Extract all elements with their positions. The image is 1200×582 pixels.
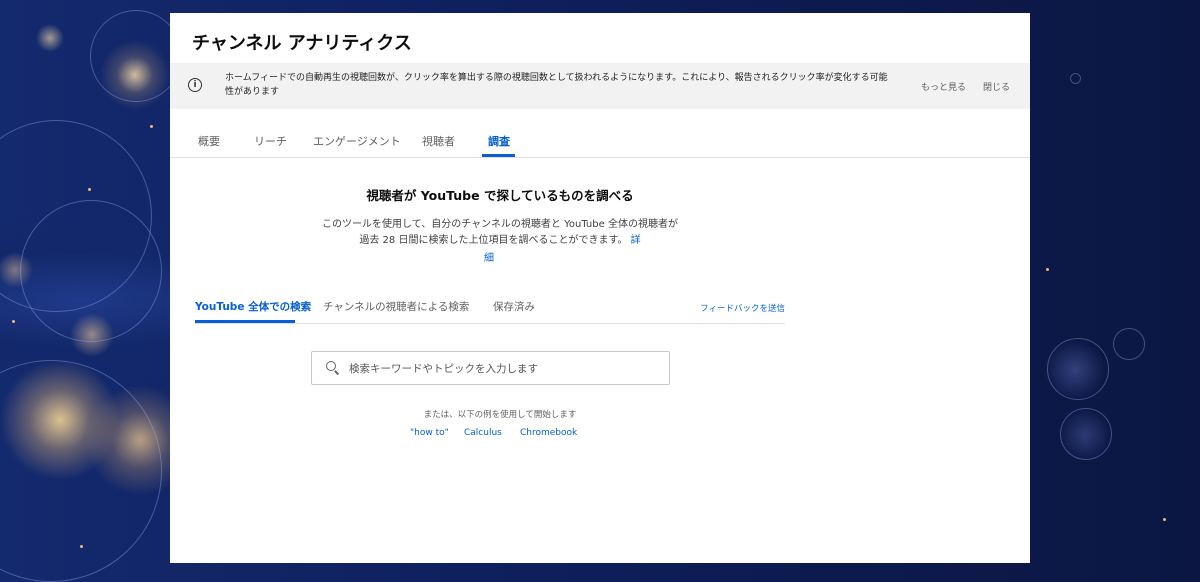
active-subtab-indicator: [195, 320, 295, 323]
send-feedback-link[interactable]: フィードバックを送信: [700, 302, 785, 314]
learn-more-link[interactable]: 詳: [631, 235, 641, 246]
tab-audience[interactable]: 視聴者: [422, 133, 455, 149]
active-tab-indicator: [482, 154, 515, 157]
research-description-text: このツールを使用して、自分のチャンネルの視聴者と YouTube 全体の視聴者が…: [322, 219, 678, 246]
search-input[interactable]: [347, 358, 661, 380]
learn-more-link-2[interactable]: 細: [484, 249, 494, 264]
notice-close-button[interactable]: 閉じる: [983, 80, 1010, 93]
tab-overview[interactable]: 概要: [198, 133, 220, 149]
tab-engagement[interactable]: エンゲージメント: [313, 133, 401, 149]
research-subtabs: YouTube 全体での検索 チャンネルの視聴者による検索 保存済み フィードバ…: [195, 293, 785, 324]
notice-text: ホームフィードでの自動再生の視聴回数が、クリック率を算出する際の視聴回数として扱…: [225, 73, 888, 97]
analytics-tabs: 概要 リーチ エンゲージメント 視聴者 調査: [170, 121, 1030, 158]
example-how-to[interactable]: "how to": [410, 428, 449, 438]
research-heading: 視聴者が YouTube で探しているものを調べる: [366, 188, 634, 203]
tab-research[interactable]: 調査: [488, 133, 510, 149]
info-icon: i: [188, 78, 202, 92]
subtab-youtube-search[interactable]: YouTube 全体での検索: [195, 299, 311, 314]
research-description: このツールを使用して、自分のチャンネルの視聴者と YouTube 全体の視聴者が…: [320, 217, 680, 249]
examples-label: または、以下の例を使用して開始します: [423, 410, 577, 420]
page-title: チャンネル アナリティクス: [192, 33, 412, 54]
subtab-saved[interactable]: 保存済み: [493, 299, 535, 314]
example-chromebook[interactable]: Chromebook: [520, 428, 577, 438]
analytics-panel: チャンネル アナリティクス i ホームフィードでの自動再生の視聴回数が、クリック…: [170, 13, 1030, 563]
example-calculus[interactable]: Calculus: [464, 428, 502, 438]
subtab-channel-audience-search[interactable]: チャンネルの視聴者による検索: [323, 299, 469, 314]
search-icon: [326, 361, 336, 371]
notice-more-button[interactable]: もっと見る: [921, 80, 966, 93]
notice-banner: i ホームフィードでの自動再生の視聴回数が、クリック率を算出する際の視聴回数とし…: [170, 63, 1030, 109]
tab-reach[interactable]: リーチ: [254, 133, 287, 149]
search-box[interactable]: [311, 351, 670, 385]
